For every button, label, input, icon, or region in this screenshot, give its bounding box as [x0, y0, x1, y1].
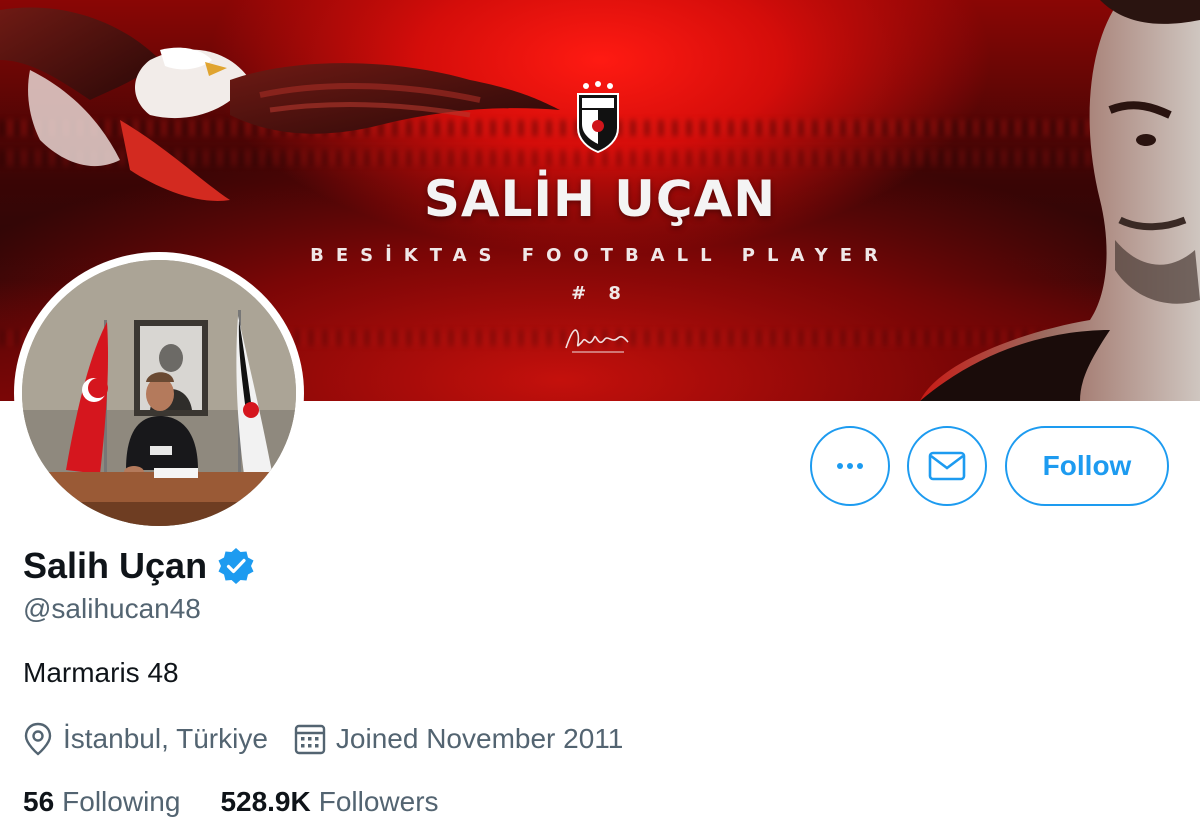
- user-handle: @salihucan48: [23, 593, 201, 624]
- joined-item: Joined November 2011: [294, 723, 623, 755]
- follow-button[interactable]: Follow: [1005, 426, 1169, 506]
- joined-date-text: Joined November 2011: [335, 723, 624, 754]
- more-options-icon: [837, 463, 863, 469]
- verified-badge-icon[interactable]: [217, 547, 255, 585]
- followers-label: Followers: [318, 786, 439, 817]
- following-link[interactable]: 56 Following: [23, 786, 180, 818]
- banner-subtitle: BESİKTAS FOOTBALL PLAYER: [310, 245, 890, 266]
- signature-image: [565, 329, 629, 353]
- player-face-image: [920, 0, 1200, 401]
- followers-link[interactable]: 528.9K Followers: [220, 786, 438, 818]
- following-label: Following: [62, 786, 181, 817]
- avatar-photo: [22, 260, 296, 526]
- location-pin-icon: [24, 722, 52, 756]
- more-options-button[interactable]: [810, 426, 890, 506]
- profile-meta: İstanbul, Türkiye Joined November 2011: [23, 722, 649, 756]
- avatar[interactable]: [22, 260, 296, 526]
- follow-stats: 56 Following 528.9K Followers: [23, 786, 479, 818]
- following-count: 56: [23, 786, 55, 817]
- calendar-icon: [294, 724, 326, 755]
- message-button[interactable]: [907, 426, 987, 506]
- besiktas-crest-logo: [577, 81, 619, 154]
- location-text: İstanbul, Türkiye: [63, 723, 268, 754]
- followers-count: 528.9K: [220, 786, 311, 817]
- display-name-row: Salih Uçan: [23, 545, 255, 587]
- display-name: Salih Uçan: [23, 545, 208, 586]
- envelope-icon: [928, 451, 966, 481]
- user-bio: Marmaris 48: [23, 657, 179, 688]
- location-item: İstanbul, Türkiye: [23, 722, 268, 756]
